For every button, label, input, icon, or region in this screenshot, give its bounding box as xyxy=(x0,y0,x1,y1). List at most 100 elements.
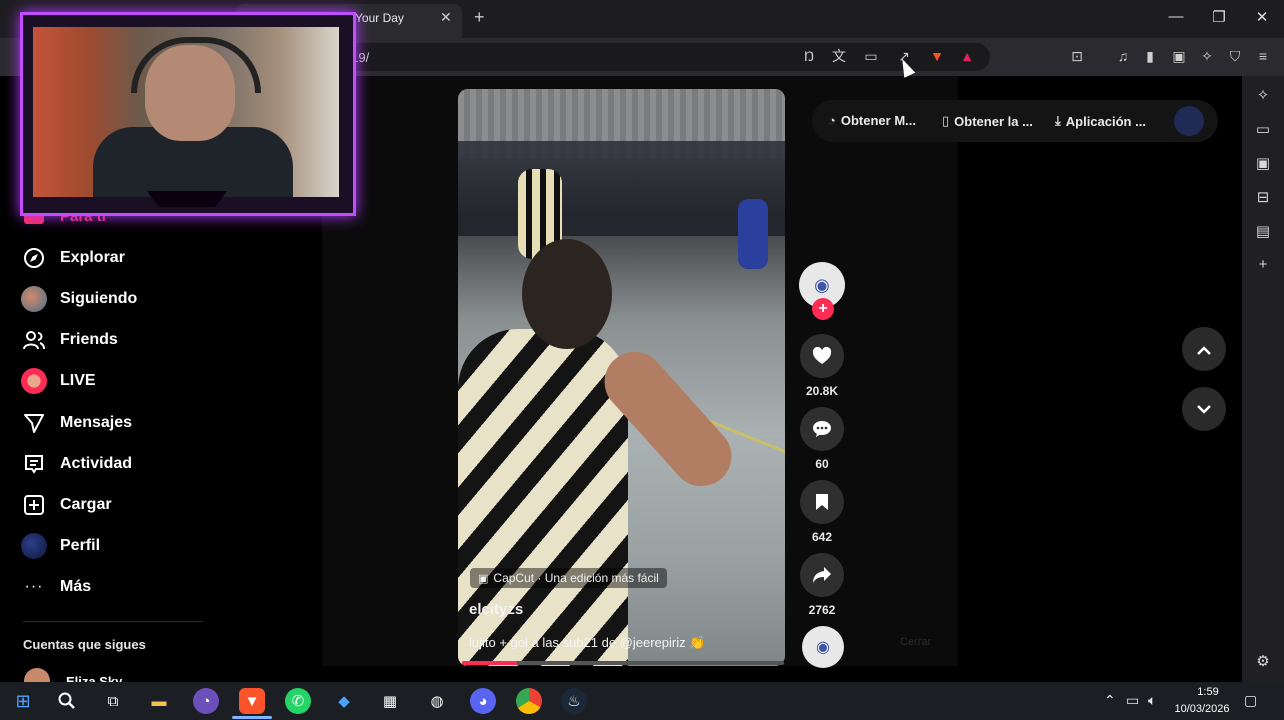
close-label[interactable]: Cerrar xyxy=(900,636,931,648)
bookmarks-sidebar-icon[interactable]: ⊟ xyxy=(1253,188,1273,208)
tab-search-icon[interactable]: ⊡ xyxy=(1068,47,1086,65)
comment-icon xyxy=(813,421,831,437)
brave-shields-icon[interactable]: ▼ xyxy=(928,47,946,65)
discord-icon[interactable]: ◕ xyxy=(470,688,496,714)
download-app-button[interactable]: ⤓ Aplicación ... xyxy=(1055,113,1146,129)
nav-label: Friends xyxy=(60,331,118,348)
music-icon[interactable]: ♫ xyxy=(1114,47,1132,65)
address-bar[interactable] xyxy=(320,43,990,71)
nav-label: LIVE xyxy=(60,372,96,389)
wallet-icon[interactable]: ▣ xyxy=(1170,47,1188,65)
sidebar-icon[interactable]: ▮ xyxy=(1141,47,1159,65)
nav-item-cargar[interactable]: Cargar xyxy=(20,490,112,520)
following-section-title: Cuentas que sigues xyxy=(23,637,146,652)
share-count: 2762 xyxy=(808,603,836,617)
tab-title[interactable]: Your Day xyxy=(355,11,404,25)
menu-icon[interactable]: ≡ xyxy=(1254,47,1272,65)
save-count: 642 xyxy=(811,530,833,544)
webcam-frame-ornament xyxy=(147,191,227,207)
send-icon xyxy=(20,409,48,437)
app-icon-purple[interactable]: ◔ xyxy=(193,688,219,714)
share-button[interactable] xyxy=(800,553,844,597)
new-tab-button[interactable]: + xyxy=(474,7,485,28)
minimize-button[interactable]: — xyxy=(1166,8,1186,25)
chevron-up-tray-icon[interactable]: ⌃ xyxy=(1104,692,1116,709)
nav-item-actividad[interactable]: Actividad xyxy=(20,449,132,479)
plugin-icon: ◔ xyxy=(828,113,836,128)
reading-list-icon[interactable]: ▤ xyxy=(1253,222,1273,242)
save-button[interactable] xyxy=(800,480,844,524)
clock-date[interactable]: 10/03/2026 xyxy=(1172,703,1232,715)
more-icon: ··· xyxy=(24,578,44,595)
vpn-icon[interactable]: ⛉ xyxy=(1226,47,1244,65)
video-author[interactable]: elcityzs xyxy=(469,601,523,618)
nav-label: Actividad xyxy=(60,455,133,472)
next-video-button[interactable] xyxy=(1182,387,1226,431)
chrome-icon[interactable] xyxy=(516,688,542,714)
nav-item-live[interactable]: LIVE xyxy=(20,366,96,396)
progress-fill xyxy=(462,661,517,665)
file-explorer-icon[interactable]: ▬ xyxy=(146,688,172,714)
cast-icon[interactable]: ▭ xyxy=(862,47,880,65)
nav-item-mas[interactable]: ··· Más xyxy=(20,572,92,602)
active-app-indicator xyxy=(232,716,272,719)
volume-icon[interactable]: 🔈︎ xyxy=(1148,692,1156,709)
capcut-icon: ▣ xyxy=(478,572,489,585)
add-sidebar-item-icon[interactable]: + xyxy=(1253,255,1273,275)
maximize-button[interactable]: ❐ xyxy=(1209,8,1229,26)
media-sidebar-icon[interactable]: ▭ xyxy=(1253,120,1273,140)
video-progress-bar[interactable] xyxy=(462,661,784,665)
nav-item-friends[interactable]: Friends xyxy=(20,325,118,355)
capcut-badge[interactable]: ▣ CapCut · Una edición más fácil xyxy=(470,568,667,588)
network-icon[interactable]: ▭ xyxy=(1126,692,1139,709)
heart-icon xyxy=(812,347,832,364)
brave-browser-icon[interactable]: ▼ xyxy=(239,688,265,714)
task-view-icon[interactable]: ⧉ xyxy=(100,688,126,714)
leo-icon[interactable]: ✧ xyxy=(1198,47,1216,65)
following-avatar xyxy=(20,285,48,313)
like-count: 20.8K xyxy=(805,384,839,398)
comment-button[interactable] xyxy=(800,407,844,451)
start-icon[interactable]: ⊞ xyxy=(10,688,36,714)
app-icon-diamond[interactable]: ◆ xyxy=(331,688,357,714)
tab-close-icon[interactable]: ✕ xyxy=(440,9,452,26)
friends-icon xyxy=(20,326,48,354)
whatsapp-icon[interactable]: ✆ xyxy=(285,688,311,714)
sidebar-settings-icon[interactable]: ⚙ xyxy=(1253,652,1273,672)
steam-icon[interactable]: ♨ xyxy=(561,688,587,714)
previous-video-button[interactable] xyxy=(1182,327,1226,371)
download-icon: ⤓ xyxy=(1055,113,1061,128)
webcam-feed xyxy=(33,27,339,197)
nav-label: Siguiendo xyxy=(60,290,138,307)
close-window-button[interactable]: ✕ xyxy=(1252,8,1272,26)
no-translate-icon[interactable]: Ŋ xyxy=(800,47,818,65)
user-avatar[interactable] xyxy=(1174,106,1204,136)
nav-item-perfil[interactable]: Perfil xyxy=(20,531,100,561)
search-icon[interactable] xyxy=(54,688,80,714)
follow-plus-icon[interactable]: + xyxy=(812,298,834,320)
leo-sidebar-icon[interactable]: ✧ xyxy=(1253,86,1273,106)
nav-label: Más xyxy=(60,578,92,595)
wallet-sidebar-icon[interactable]: ▣ xyxy=(1253,154,1273,174)
notifications-icon[interactable]: ▢ xyxy=(1244,692,1257,709)
clock-time[interactable]: 1:59 xyxy=(1188,686,1228,698)
like-button[interactable] xyxy=(800,334,844,378)
music-disc[interactable]: ◉ xyxy=(802,626,844,668)
nav-item-explorar[interactable]: Explorar xyxy=(20,243,125,273)
nav-item-siguiendo[interactable]: Siguiendo xyxy=(20,284,137,314)
live-icon xyxy=(20,367,48,395)
chevron-down-icon xyxy=(1197,405,1211,414)
calendar-app-icon[interactable]: ▦ xyxy=(377,688,403,714)
nav-label: Explorar xyxy=(60,249,125,266)
nav-label: Mensajes xyxy=(60,414,133,431)
nav-label: Perfil xyxy=(60,537,101,554)
obs-icon[interactable]: ◍ xyxy=(424,688,450,714)
share-arrow-icon xyxy=(813,567,831,583)
brave-rewards-icon[interactable]: ▲ xyxy=(958,47,976,65)
comment-count: 60 xyxy=(815,457,829,471)
translate-icon[interactable]: 文 xyxy=(830,47,848,65)
get-extension-button[interactable]: ◔ Obtener M... xyxy=(828,113,916,128)
get-app-button[interactable]: ▯ Obtener la ... xyxy=(942,113,1033,129)
capcut-label: CapCut · Una edición más fácil xyxy=(493,571,659,585)
nav-item-mensajes[interactable]: Mensajes xyxy=(20,408,132,438)
